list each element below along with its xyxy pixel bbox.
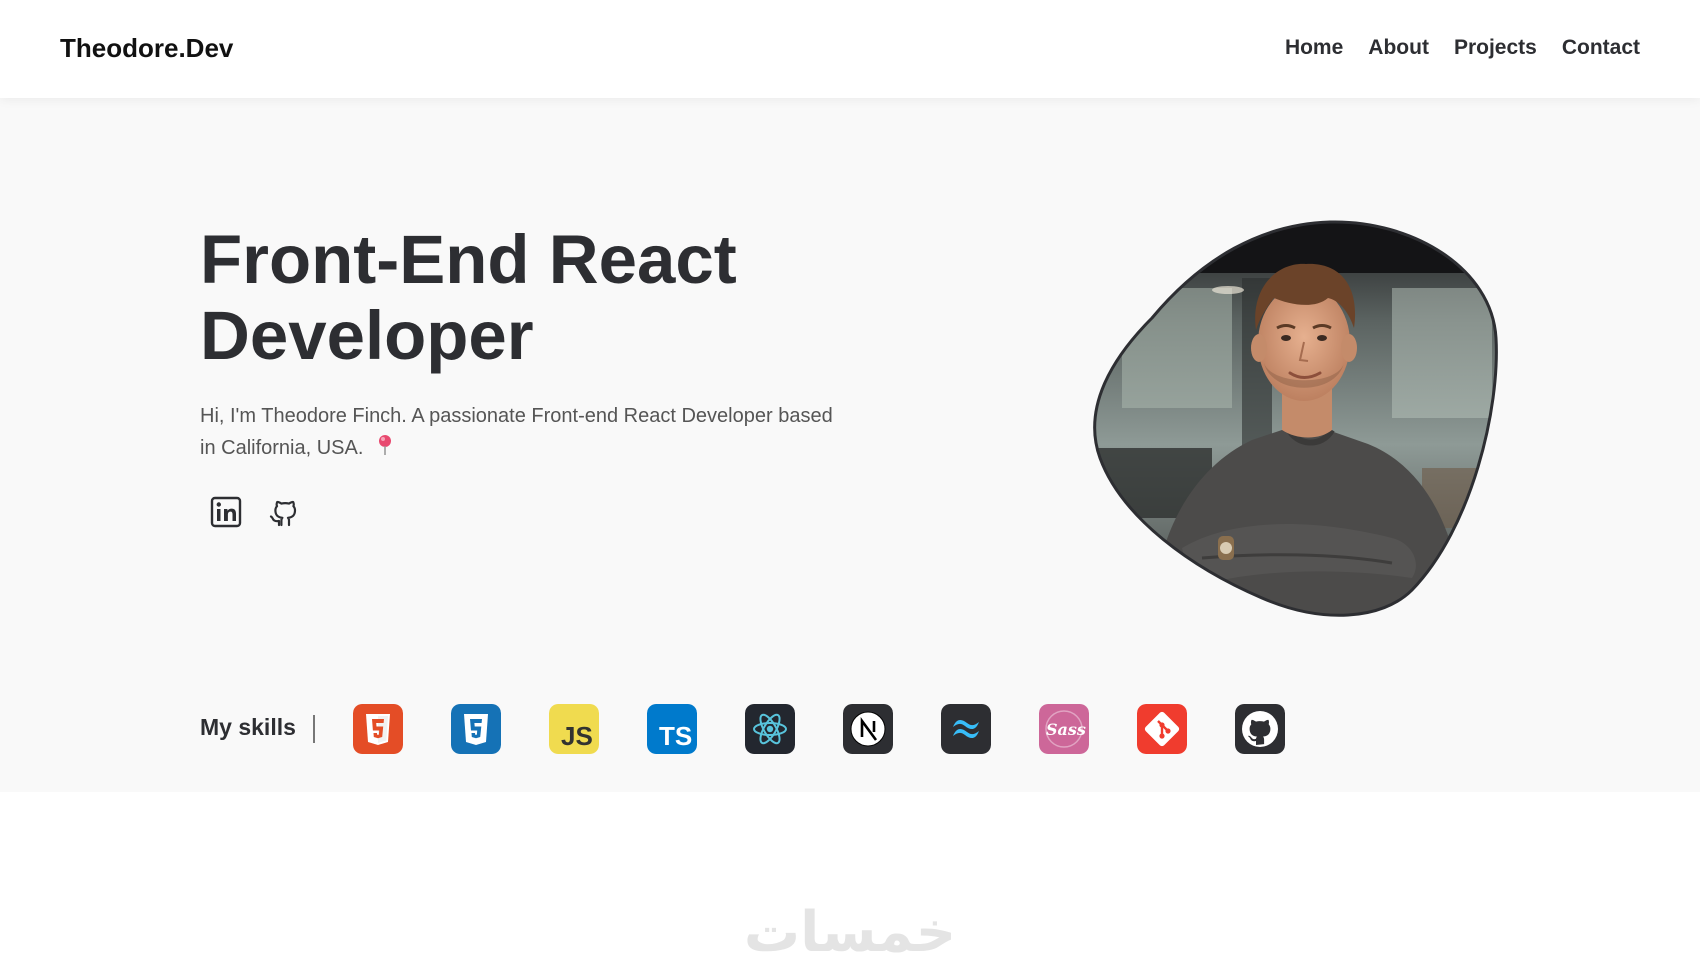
nextjs-icon [843, 704, 893, 754]
navbar: Theodore.Dev Home About Projects Contact [0, 0, 1700, 98]
site-logo[interactable]: Theodore.Dev [60, 33, 233, 64]
watermark-logo: خمسات [743, 900, 957, 965]
nav-link-contact[interactable]: Contact [1562, 36, 1640, 60]
github-icon[interactable] [266, 494, 302, 530]
tailwind-icon [941, 704, 991, 754]
profile-photo [1092, 218, 1508, 630]
typescript-icon: TS [647, 704, 697, 754]
nav-links: Home About Projects Contact [1285, 36, 1640, 60]
nav-link-projects[interactable]: Projects [1454, 36, 1537, 60]
skills-label: My skills [200, 714, 296, 740]
github-icon [1235, 704, 1285, 754]
skills-divider [313, 715, 315, 743]
react-icon [745, 704, 795, 754]
hero-section: Front-End React Developer Hi, I'm Theodo… [0, 98, 1700, 792]
sass-icon-label: Sass [1046, 720, 1086, 739]
javascript-icon: JS [549, 704, 599, 754]
html5-icon [353, 704, 403, 754]
nav-link-home[interactable]: Home [1285, 36, 1343, 60]
javascript-icon-label: JS [561, 721, 593, 751]
linkedin-icon[interactable] [208, 494, 244, 530]
typescript-icon-label: TS [659, 721, 693, 751]
nav-link-about[interactable]: About [1368, 36, 1429, 60]
map-pin-icon [377, 434, 393, 466]
sass-icon: Sass [1039, 704, 1089, 754]
hero-title: Front-End React Developer [200, 221, 737, 374]
skills-list: JS TS Sass [353, 704, 1285, 754]
social-links [208, 494, 302, 530]
hero-intro: Hi, I'm Theodore Finch. A passionate Fro… [200, 400, 840, 466]
git-icon [1137, 704, 1187, 754]
hero-intro-text: Hi, I'm Theodore Finch. A passionate Fro… [200, 405, 833, 459]
css3-icon [451, 704, 501, 754]
